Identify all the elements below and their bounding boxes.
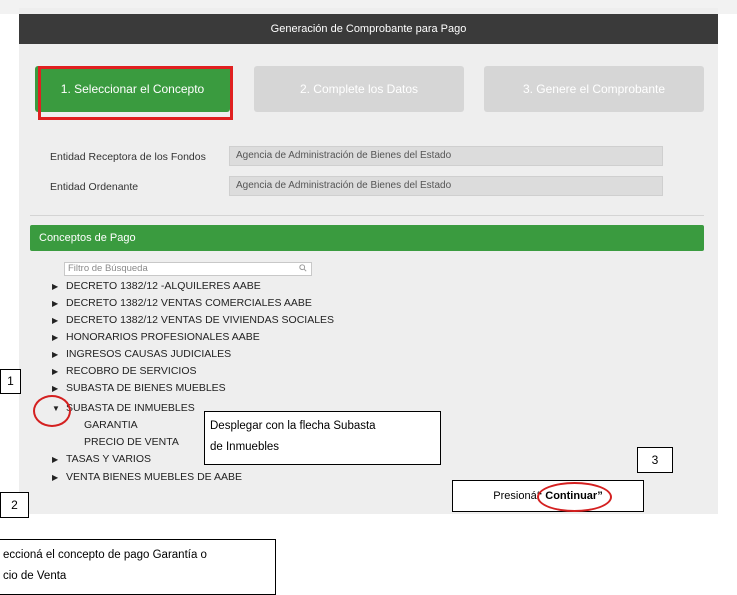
arrow-highlight-ellipse xyxy=(33,395,71,427)
page-title: Generación de Comprobante para Pago xyxy=(19,14,718,44)
ordering-entity-label: Entidad Ordenante xyxy=(50,181,139,193)
tree-item-alquileres[interactable]: ▶ DECRETO 1382/12 -ALQUILERES AABE xyxy=(52,280,261,292)
expand-arrow-icon[interactable]: ▶ xyxy=(52,350,66,359)
search-input[interactable]: Filtro de Búsqueda xyxy=(64,262,312,276)
expand-arrow-icon[interactable]: ▶ xyxy=(52,282,66,291)
expand-arrow-icon[interactable]: ▶ xyxy=(52,367,66,376)
expand-arrow-icon[interactable]: ▶ xyxy=(52,333,66,342)
ordering-entity-field: Agencia de Administración de Bienes del … xyxy=(229,176,663,196)
tree-child-garantia[interactable]: GARANTIA xyxy=(84,419,138,431)
tree-item-tasas[interactable]: ▶ TASAS Y VARIOS xyxy=(52,453,151,465)
concepts-header: Conceptos de Pago xyxy=(30,225,704,251)
tree-item-viviendas-sociales[interactable]: ▶ DECRETO 1382/12 VENTAS DE VIVIENDAS SOC… xyxy=(52,314,334,326)
step-generate-receipt[interactable]: 3. Genere el Comprobante xyxy=(484,66,704,112)
callout-line: cio de Venta xyxy=(3,570,67,582)
continue-highlight-ellipse xyxy=(537,482,612,512)
expand-arrow-icon[interactable]: ▶ xyxy=(52,299,66,308)
tree-item-subasta-inmuebles[interactable]: ▼ SUBASTA DE INMUEBLES xyxy=(52,402,195,414)
tree-item-ventas-comerciales[interactable]: ▶ DECRETO 1382/12 VENTAS COMERCIALES AABE xyxy=(52,297,312,309)
receiving-entity-field: Agencia de Administración de Bienes del … xyxy=(229,146,663,166)
search-icon xyxy=(299,264,307,272)
step-number-3: 3 xyxy=(637,447,673,473)
search-placeholder: Filtro de Búsqueda xyxy=(68,263,148,274)
tree-child-precio-venta[interactable]: PRECIO DE VENTA xyxy=(84,436,179,448)
highlight-rectangle xyxy=(38,66,233,120)
expand-arrow-icon[interactable]: ▶ xyxy=(52,316,66,325)
step-number-2: 2 xyxy=(0,492,29,518)
tree-item-venta-muebles[interactable]: ▶ VENTA BIENES MUEBLES DE AABE xyxy=(52,471,242,483)
callout-line: Desplegar con la flecha Subasta xyxy=(210,420,376,432)
step-complete-data[interactable]: 2. Complete los Datos xyxy=(254,66,464,112)
select-instruction-callout: eccioná el concepto de pago Garantía o c… xyxy=(0,539,276,595)
expand-arrow-icon[interactable]: ▶ xyxy=(52,473,66,482)
expand-instruction-callout: Desplegar con la flecha Subasta de Inmue… xyxy=(204,411,441,465)
receiving-entity-label: Entidad Receptora de los Fondos xyxy=(50,151,206,163)
tree-item-causas-judiciales[interactable]: ▶ INGRESOS CAUSAS JUDICIALES xyxy=(52,348,231,360)
callout-line: de Inmuebles xyxy=(210,441,280,453)
tree-item-honorarios[interactable]: ▶ HONORARIOS PROFESIONALES AABE xyxy=(52,331,260,343)
divider xyxy=(30,215,704,216)
tree-item-bienes-muebles[interactable]: ▶ SUBASTA DE BIENES MUEBLES xyxy=(52,382,226,394)
step-number-1: 1 xyxy=(0,369,21,394)
callout-line: eccioná el concepto de pago Garantía o xyxy=(3,549,207,561)
tree-item-recobro[interactable]: ▶ RECOBRO DE SERVICIOS xyxy=(52,365,197,377)
callout-prefix: Presioná xyxy=(493,490,537,502)
expand-arrow-icon[interactable]: ▶ xyxy=(52,384,66,393)
expand-arrow-icon[interactable]: ▶ xyxy=(52,455,66,464)
